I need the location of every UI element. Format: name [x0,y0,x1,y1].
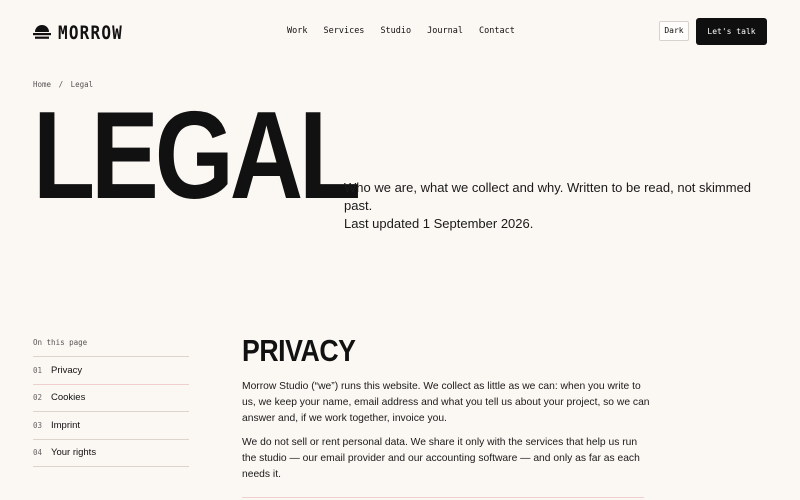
toc-item-label: Privacy [51,364,83,376]
nav-link-journal[interactable]: Journal [427,25,463,38]
intro-text: Who we are, what we collect and why. Wri… [344,180,752,213]
section-title-privacy: PRIVACY [242,333,356,368]
privacy-paragraph: We do not sell or rent personal data. We… [242,437,640,480]
nav-link-studio[interactable]: Studio [380,25,411,38]
logo-mark-icon [33,25,51,39]
brand-logo[interactable]: MORROW [33,21,123,43]
theme-toggle-button[interactable]: Dark [659,21,689,41]
section-divider [242,497,644,498]
toc-item-imprint[interactable]: 03 Imprint [33,412,189,440]
lets-talk-button[interactable]: Let's talk [696,18,767,45]
toc-item-number: 01 [33,365,43,375]
toc-label: On this page [33,338,88,347]
toc-item-privacy[interactable]: 01 Privacy [33,357,189,385]
table-of-contents: 01 Privacy 02 Cookies 03 Imprint 04 Your… [33,356,189,467]
nav-link-services[interactable]: Services [323,25,364,38]
brand-name: MORROW [58,21,123,43]
privacy-paragraph: Morrow Studio (“we”) runs this website. … [242,381,650,424]
toc-item-number: 04 [33,448,43,458]
toc-item-label: Imprint [51,419,81,431]
main-nav: Work Services Studio Journal Contact [279,25,523,38]
page-intro: Who we are, what we collect and why. Wri… [344,179,774,233]
toc-item-your-rights[interactable]: 04 Your rights [33,440,189,467]
toc-item-label: Cookies [51,392,86,404]
toc-item-number: 03 [33,420,43,430]
toc-item-number: 02 [33,393,43,403]
nav-link-work[interactable]: Work [287,25,307,38]
toc-item-cookies[interactable]: 02 Cookies [33,385,189,412]
toc-item-label: Your rights [51,447,97,459]
last-updated: Last updated 1 September 2026. [344,216,534,231]
nav-link-contact[interactable]: Contact [479,25,515,38]
page-title: LEGAL [33,87,361,225]
